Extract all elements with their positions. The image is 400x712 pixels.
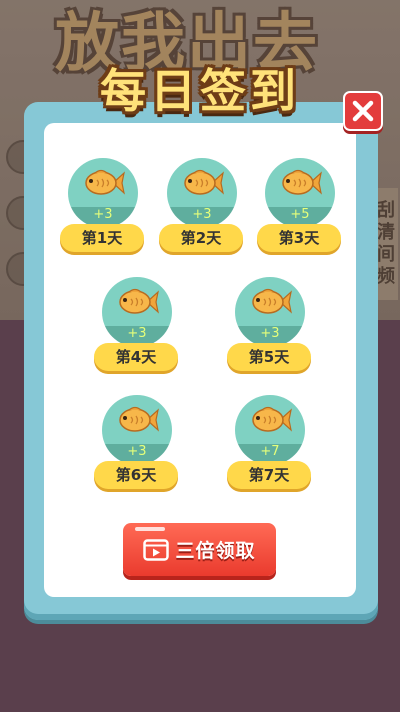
reward-circle: +7 (235, 395, 305, 465)
day-item-7[interactable]: +7 第7天 (227, 395, 311, 495)
reward-amount: +7 (260, 444, 280, 459)
reward-amount: +3 (127, 444, 147, 459)
day-item-3[interactable]: +5 第3天 (257, 158, 341, 258)
day-label: 第2天 (159, 224, 243, 252)
triple-claim-button[interactable]: 三倍领取 (123, 523, 276, 576)
reward-circle: +3 (235, 277, 305, 347)
day-label: 第5天 (227, 343, 311, 371)
reward-circle: +3 (102, 277, 172, 347)
day-item-6[interactable]: +3 第6天 (94, 395, 178, 495)
reward-circle: +3 (102, 395, 172, 465)
close-icon (352, 100, 374, 122)
reward-amount: +3 (127, 326, 147, 341)
day-label: 第3天 (257, 224, 341, 252)
day-label: 第1天 (60, 224, 144, 252)
reward-amount: +5 (290, 207, 310, 222)
day-label: 第6天 (94, 461, 178, 489)
day-label: 第7天 (227, 461, 311, 489)
reward-amount: +3 (192, 207, 212, 222)
reward-amount: +3 (93, 207, 113, 222)
fish-icon (182, 168, 224, 198)
fish-icon (280, 168, 322, 198)
video-icon (143, 538, 170, 561)
reward-circle: +5 (265, 158, 335, 228)
reward-circle: +3 (68, 158, 138, 228)
day-item-4[interactable]: +3 第4天 (94, 277, 178, 377)
reward-circle: +3 (167, 158, 237, 228)
fish-icon (250, 405, 292, 435)
button-shine (135, 527, 165, 531)
day-item-5[interactable]: +3 第5天 (227, 277, 311, 377)
fish-icon (117, 405, 159, 435)
day-item-2[interactable]: +3 第2天 (159, 158, 243, 258)
claim-button-label: 三倍领取 (175, 540, 256, 562)
day-item-1[interactable]: +3 第1天 (60, 158, 144, 258)
fish-icon (117, 287, 159, 317)
day-label: 第4天 (94, 343, 178, 371)
close-button[interactable] (343, 91, 383, 131)
fish-icon (250, 287, 292, 317)
dialog-title: 每日签到 (100, 64, 300, 118)
fish-icon (83, 168, 125, 198)
reward-amount: +3 (260, 326, 280, 341)
